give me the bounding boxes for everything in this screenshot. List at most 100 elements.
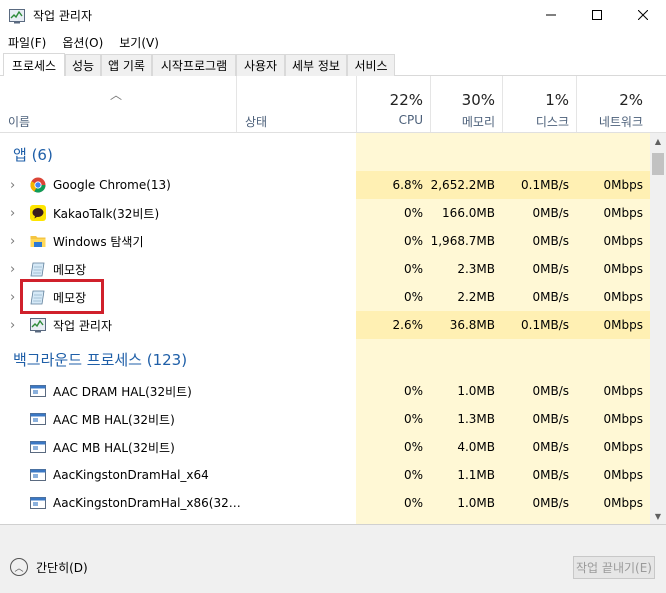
process-row[interactable]: AAC MB HAL(32비트) 0% 1.3MB 0MB/s 0Mbps xyxy=(0,405,650,433)
disk-cell: 0MB/s xyxy=(532,206,569,220)
highlight-annotation xyxy=(20,279,104,314)
expand-chevron-icon[interactable]: › xyxy=(10,234,20,249)
cpu-cell: 6.8% xyxy=(356,171,430,199)
memory-cell: 36.8MB xyxy=(430,311,502,339)
column-memory[interactable]: 30% 메모리 xyxy=(430,76,502,132)
window-title: 작업 관리자 xyxy=(33,9,93,23)
column-cpu[interactable]: 22% CPU xyxy=(356,76,430,132)
process-row[interactable]: › KakaoTalk(32비트) 0% 166.0MB 0MB/s 0Mbps xyxy=(0,199,650,227)
tab-processes[interactable]: 프로세스 xyxy=(3,53,65,76)
memory-cell: 1.0MB xyxy=(457,496,495,510)
memory-total: 30% xyxy=(461,91,495,109)
process-row[interactable]: AAC MB HAL(32비트) 0% 4.0MB 0MB/s 0Mbps xyxy=(0,433,650,461)
disk-cell: 0MB/s xyxy=(532,234,569,248)
maximize-button[interactable] xyxy=(574,0,620,31)
expand-chevron-icon[interactable]: › xyxy=(10,178,20,193)
network-cell: 0Mbps xyxy=(603,384,643,398)
memory-cell: 2.3MB xyxy=(457,262,495,276)
network-cell: 0Mbps xyxy=(603,290,643,304)
network-cell: 0Mbps xyxy=(603,412,643,426)
process-row[interactable]: › Windows 탐색기 0% 1,968.7MB 0MB/s 0Mbps xyxy=(0,227,650,255)
process-name: 작업 관리자 xyxy=(53,318,113,333)
scroll-down-icon[interactable]: ▼ xyxy=(650,508,666,524)
disk-total: 1% xyxy=(545,91,569,109)
service-icon xyxy=(30,467,46,483)
disk-cell: 0MB/s xyxy=(532,440,569,454)
column-status[interactable]: 상태 xyxy=(236,76,356,132)
sort-up-icon: ︿ xyxy=(110,88,123,102)
disk-cell: 0.1MB/s xyxy=(502,171,576,199)
cpu-cell: 0% xyxy=(403,234,423,248)
memory-cell: 166.0MB xyxy=(442,206,495,220)
network-cell: 0Mbps xyxy=(603,262,643,276)
scroll-up-icon[interactable]: ▲ xyxy=(650,133,666,149)
memory-cell: 1,968.7MB xyxy=(430,234,495,248)
column-header: ︿ 이름 상태 22% CPU 30% 메모리 1% 디스크 2% 네트워크 xyxy=(0,76,666,133)
network-cell: 0Mbps xyxy=(603,440,643,454)
expand-chevron-icon[interactable]: › xyxy=(10,290,20,305)
group-background-processes[interactable]: 백그라운드 프로세스 (123) xyxy=(0,343,187,375)
process-row[interactable]: › Google Chrome(13) 6.8% 2,652.2MB 0.1MB… xyxy=(0,171,650,199)
task-manager-icon xyxy=(9,8,25,24)
memory-cell: 1.1MB xyxy=(457,468,495,482)
tab-startup[interactable]: 시작프로그램 xyxy=(152,54,236,76)
disk-cell: 0MB/s xyxy=(532,384,569,398)
process-row[interactable]: AacKingstonDramHal_x64 0% 1.1MB 0MB/s 0M… xyxy=(0,461,650,489)
vertical-scrollbar[interactable]: ▲ ▼ xyxy=(650,133,666,524)
column-network[interactable]: 2% 네트워크 xyxy=(576,76,650,132)
cpu-cell: 0% xyxy=(403,262,423,276)
close-button[interactable] xyxy=(620,0,666,31)
cpu-cell: 0% xyxy=(403,206,423,220)
process-name: AacKingstonDramHal_x64 xyxy=(53,468,209,482)
tab-performance[interactable]: 성능 xyxy=(65,54,101,76)
service-icon xyxy=(30,495,46,511)
cpu-cell: 0% xyxy=(403,496,423,510)
process-row[interactable]: › 작업 관리자 2.6% 36.8MB 0.1MB/s 0Mbps xyxy=(0,311,650,339)
footer: ︿ 간단히(D) 작업 끝내기(E) xyxy=(0,524,666,593)
cpu-cell: 0% xyxy=(403,440,423,454)
network-total: 2% xyxy=(619,91,643,109)
memory-cell: 2.2MB xyxy=(457,290,495,304)
minimize-icon xyxy=(546,9,556,23)
scrollbar-thumb[interactable] xyxy=(652,153,664,175)
column-name[interactable]: ︿ 이름 xyxy=(0,76,236,132)
disk-cell: 0MB/s xyxy=(532,412,569,426)
group-apps[interactable]: 앱 (6) xyxy=(0,138,53,170)
tab-users[interactable]: 사용자 xyxy=(236,54,285,76)
process-name: AAC MB HAL(32비트) xyxy=(53,440,175,455)
menu-options[interactable]: 옵션(O) xyxy=(54,34,111,51)
fewer-details-button[interactable]: ︿ 간단히(D) xyxy=(10,558,88,576)
process-name: 메모장 xyxy=(53,262,87,277)
notepad-icon xyxy=(30,261,46,277)
end-task-button[interactable]: 작업 끝내기(E) xyxy=(573,556,655,579)
network-cell: 0Mbps xyxy=(603,234,643,248)
tab-services[interactable]: 서비스 xyxy=(347,54,395,76)
disk-cell: 0MB/s xyxy=(532,496,569,510)
process-row[interactable]: AacKingstonDramHal_x86(32… 0% 1.0MB 0MB/… xyxy=(0,489,650,517)
menu-view[interactable]: 보기(V) xyxy=(111,34,167,51)
minimize-button[interactable] xyxy=(528,0,574,31)
expand-chevron-icon[interactable]: › xyxy=(10,318,20,333)
process-row[interactable] xyxy=(0,517,650,524)
network-cell: 0Mbps xyxy=(603,468,643,482)
maximize-icon xyxy=(592,9,602,23)
tab-details[interactable]: 세부 정보 xyxy=(285,54,347,76)
close-icon xyxy=(637,9,649,23)
service-icon xyxy=(30,383,46,399)
memory-cell: 1.3MB xyxy=(457,412,495,426)
disk-cell: 0MB/s xyxy=(532,468,569,482)
cpu-cell: 0% xyxy=(403,412,423,426)
process-row[interactable]: AAC DRAM HAL(32비트) 0% 1.0MB 0MB/s 0Mbps xyxy=(0,377,650,405)
memory-cell: 2,652.2MB xyxy=(430,171,502,199)
tab-app-history[interactable]: 앱 기록 xyxy=(101,54,152,76)
process-list: 앱 (6) › Google Chrome(13) 6.8% 2,652.2MB… xyxy=(0,133,666,524)
cpu-total: 22% xyxy=(389,91,423,109)
service-icon xyxy=(30,411,46,427)
column-disk[interactable]: 1% 디스크 xyxy=(502,76,576,132)
expand-chevron-icon[interactable]: › xyxy=(10,262,20,277)
task-manager-icon xyxy=(30,317,46,333)
disk-cell: 0MB/s xyxy=(532,262,569,276)
expand-chevron-icon[interactable]: › xyxy=(10,206,20,221)
menu-file[interactable]: 파일(F) xyxy=(0,34,54,51)
cpu-cell: 2.6% xyxy=(356,311,430,339)
